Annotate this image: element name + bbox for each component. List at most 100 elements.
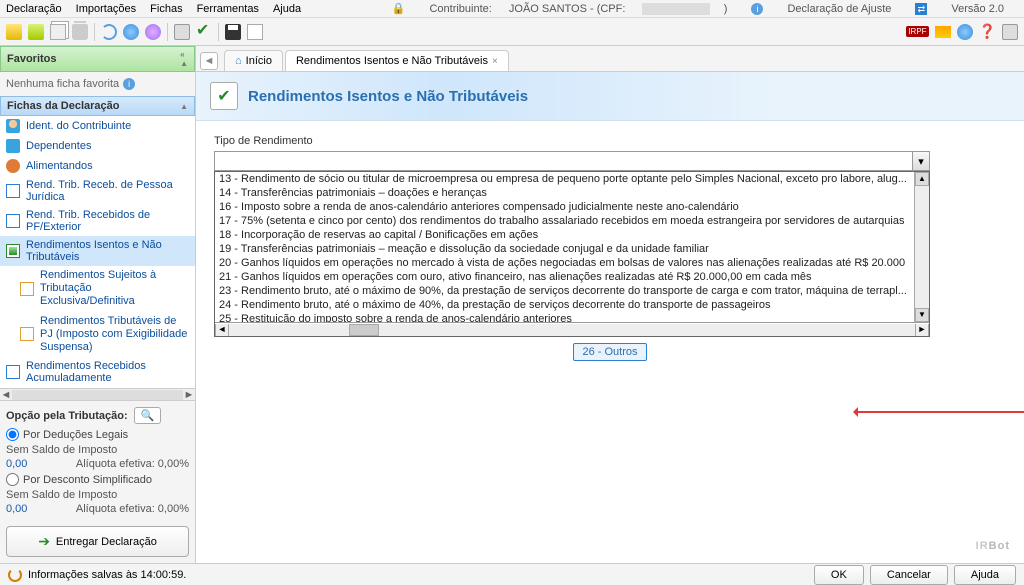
- valor-2: 0,00: [6, 503, 27, 515]
- tax-title: Opção pela Tributação:: [6, 410, 128, 422]
- dd-item-24[interactable]: 24 - Rendimento bruto, até o máximo de 4…: [215, 298, 929, 312]
- copy-icon[interactable]: [50, 24, 66, 40]
- person-icon: [6, 119, 20, 133]
- content: Tipo de Rendimento ▾ 13 - Rendimento de …: [196, 121, 1024, 563]
- cancelar-button[interactable]: Cancelar: [870, 565, 948, 585]
- open-icon[interactable]: [28, 24, 44, 40]
- aliquota-2: Alíquota efetiva: 0,00%: [76, 503, 189, 515]
- fichas-header[interactable]: Fichas da Declaração▲: [0, 96, 195, 116]
- menu-bar: Declaração Importações Fichas Ferramenta…: [0, 0, 1024, 18]
- tree: Ident. do Contribuinte Dependentes Alime…: [0, 116, 195, 388]
- tab-home[interactable]: ⌂Início: [224, 50, 283, 71]
- watermark: IRBot: [976, 532, 1010, 555]
- selected-badge: 26 - Outros: [573, 343, 646, 361]
- info-icon[interactable]: i: [123, 78, 135, 90]
- favoritos-header[interactable]: Favoritos«▲: [0, 46, 195, 72]
- flag-icon[interactable]: [935, 26, 951, 38]
- declaracao-tipo: Declaração de Ajuste: [787, 3, 891, 15]
- tab-current[interactable]: Rendimentos Isentos e Não Tributáveis×: [285, 50, 509, 71]
- trash-icon[interactable]: [72, 24, 88, 40]
- main: ◄ ⌂Início Rendimentos Isentos e Não Trib…: [196, 46, 1024, 563]
- page-icon: ✔: [210, 82, 238, 110]
- sem-saldo-2: Sem Saldo de Imposto: [6, 489, 117, 501]
- tree-rend-pj[interactable]: Rend. Trib. Receb. de Pessoa Jurídica: [0, 176, 195, 206]
- dropdown-list: 13 - Rendimento de sócio ou titular de m…: [215, 172, 929, 322]
- ajuda-button[interactable]: Ajuda: [954, 565, 1016, 585]
- dd-item-17[interactable]: 17 - 75% (setenta e cinco por cento) dos…: [215, 214, 929, 228]
- menu-ferramentas[interactable]: Ferramentas: [197, 3, 259, 15]
- doc-icon: [6, 365, 20, 379]
- dd-item-19[interactable]: 19 - Transferências patrimoniais – meaçã…: [215, 242, 929, 256]
- combo-input[interactable]: [214, 151, 930, 171]
- doc-icon[interactable]: [247, 24, 263, 40]
- dropdown-vscroll[interactable]: ▲▼: [914, 172, 929, 322]
- lock-icon: 🔒: [392, 2, 406, 15]
- calc-icon[interactable]: [1002, 24, 1018, 40]
- doc-green-icon: [6, 244, 20, 258]
- dd-item-20[interactable]: 20 - Ganhos líquidos em operações no mer…: [215, 256, 929, 270]
- tree-alimentandos[interactable]: Alimentandos: [0, 156, 195, 176]
- sidebar-hscroll[interactable]: ◄►: [0, 388, 195, 400]
- dd-item-14[interactable]: 14 - Transferências patrimoniais – doaçõ…: [215, 186, 929, 200]
- food-icon: [6, 159, 20, 173]
- ok-button[interactable]: OK: [814, 565, 864, 585]
- field-label: Tipo de Rendimento: [214, 135, 1006, 147]
- status-text: Informações salvas às 14:00:59.: [28, 569, 186, 581]
- receita-icon[interactable]: [957, 24, 973, 40]
- page-header: ✔ Rendimentos Isentos e Não Tributáveis: [196, 72, 1024, 121]
- dd-item-18[interactable]: 18 - Incorporação de reservas ao capital…: [215, 228, 929, 242]
- tree-rend-pf[interactable]: Rend. Trib. Recebidos de PF/Exterior: [0, 206, 195, 236]
- annotation-arrow: [856, 411, 1024, 413]
- status-bar: Informações salvas às 14:00:59. OK Cance…: [0, 563, 1024, 585]
- globe2-icon[interactable]: [145, 24, 161, 40]
- menu-fichas[interactable]: Fichas: [150, 3, 182, 15]
- combo-tipo[interactable]: ▾: [214, 151, 930, 171]
- tree-ident[interactable]: Ident. do Contribuinte: [0, 116, 195, 136]
- radio-deducoes[interactable]: [6, 428, 19, 441]
- print-icon[interactable]: [174, 24, 190, 40]
- warn-icon: [20, 282, 34, 296]
- separator: [218, 23, 219, 41]
- version-text: Versão 2.0: [951, 3, 1004, 15]
- tree-acumulado[interactable]: Rendimentos Recebidos Acumuladamente: [0, 357, 195, 387]
- dd-item-25[interactable]: 25 - Restituição do imposto sobre a rend…: [215, 312, 929, 322]
- separator: [167, 23, 168, 41]
- dd-item-21[interactable]: 21 - Ganhos líquidos em operações com ou…: [215, 270, 929, 284]
- dd-item-16[interactable]: 16 - Imposto sobre a renda de anos-calen…: [215, 200, 929, 214]
- combo-button[interactable]: ▾: [912, 151, 930, 171]
- dropdown-hscroll[interactable]: ◄►: [215, 322, 929, 336]
- contribuinte-label: Contribuinte: JOÃO SANTOS - (CPF: 000000…: [429, 3, 727, 15]
- favoritos-empty: Nenhuma ficha favorita i: [0, 72, 195, 96]
- dd-item-13[interactable]: 13 - Rendimento de sócio ou titular de m…: [215, 172, 929, 186]
- arrow-icon: ➔: [38, 533, 50, 550]
- sem-saldo-1: Sem Saldo de Imposto: [6, 444, 117, 456]
- menu-ajuda[interactable]: Ajuda: [273, 3, 301, 15]
- aliquota-1: Alíquota efetiva: 0,00%: [76, 458, 189, 470]
- radio-deducoes-label: Por Deduções Legais: [23, 429, 128, 441]
- check-icon[interactable]: ✔: [196, 24, 212, 40]
- refresh-icon[interactable]: [101, 24, 117, 40]
- nav-back[interactable]: ◄: [200, 52, 218, 70]
- warn-icon: [20, 327, 34, 341]
- globe-icon[interactable]: [123, 24, 139, 40]
- save-icon[interactable]: [225, 24, 241, 40]
- doc-icon: [6, 214, 20, 228]
- new-icon[interactable]: [6, 24, 22, 40]
- menu-declaracao[interactable]: Declaração: [6, 3, 62, 15]
- menu-importacoes[interactable]: Importações: [76, 3, 137, 15]
- tree-dependentes[interactable]: Dependentes: [0, 136, 195, 156]
- dd-item-23[interactable]: 23 - Rendimento bruto, até o máximo de 9…: [215, 284, 929, 298]
- radio-simplificado-label: Por Desconto Simplificado: [23, 474, 152, 486]
- entregar-button[interactable]: ➔Entregar Declaração: [6, 526, 189, 557]
- refresh-icon: [8, 568, 22, 582]
- info-icon[interactable]: i: [751, 3, 763, 15]
- doc-icon: [6, 184, 20, 198]
- tree-suspensa[interactable]: Rendimentos Tributáveis de PJ (Imposto c…: [0, 312, 195, 358]
- tree-exclusiva[interactable]: Rendimentos Sujeitos à Tributação Exclus…: [0, 266, 195, 312]
- radio-simplificado[interactable]: [6, 473, 19, 486]
- tree-isentos[interactable]: Rendimentos Isentos e Não Tributáveis: [0, 236, 195, 266]
- help-icon[interactable]: ❓: [979, 23, 996, 40]
- dropdown: 13 - Rendimento de sócio ou titular de m…: [214, 171, 930, 337]
- magnify-button[interactable]: 🔍: [134, 407, 162, 424]
- close-icon[interactable]: ×: [492, 56, 498, 67]
